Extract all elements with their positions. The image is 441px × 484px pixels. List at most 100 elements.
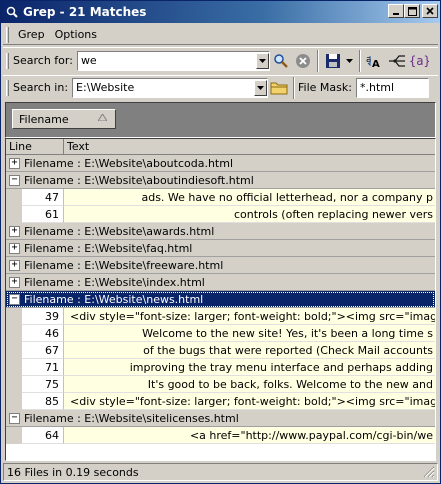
group-row[interactable]: − Filename : E:\Website\sitelicenses.html — [6, 410, 435, 427]
browse-folder-button[interactable] — [268, 77, 290, 99]
table-row[interactable]: 39 <div style="font-size: larger; font-we… — [6, 308, 435, 325]
sort-arrow-icon — [97, 113, 108, 124]
braces-button[interactable]: {a} — [408, 50, 430, 72]
row-indent — [6, 376, 22, 393]
column-header-text[interactable]: Text — [64, 139, 435, 154]
expand-icon[interactable]: + — [9, 259, 20, 271]
line-number-cell: 75 — [22, 376, 64, 393]
group-row[interactable]: + Filename : E:\Website\index.html — [6, 274, 435, 291]
maximize-icon — [407, 6, 417, 16]
group-title: Filename : E:\Website\freeware.html — [24, 258, 224, 272]
menu-grep[interactable]: Grep — [13, 28, 50, 41]
group-row[interactable]: + Filename : E:\Website\freeware.html — [6, 257, 435, 274]
table-row[interactable]: 46 Welcome to the new site! Yes, it's bee… — [6, 325, 435, 342]
maximize-button[interactable] — [404, 4, 420, 18]
match-text: It's good to be back, folks. Welcome to … — [147, 377, 433, 391]
group-row[interactable]: − Filename : E:\Website\aboutindiesoft.ht… — [6, 172, 435, 189]
search-in-combo[interactable] — [72, 77, 269, 98]
match-text-cell: <a href="http://www.paypal.com/cgi-bin/w… — [64, 427, 435, 444]
close-button[interactable] — [422, 4, 438, 18]
regex-icon — [388, 54, 405, 67]
save-dropdown-button[interactable] — [344, 50, 356, 72]
expand-icon[interactable]: + — [9, 225, 20, 237]
toolbar-separator — [316, 49, 319, 72]
menu-options[interactable]: Options — [50, 28, 102, 41]
match-text-cell: ads. We have no official letterhead, nor… — [64, 189, 435, 206]
group-title: Filename : E:\Website\awards.html — [24, 224, 215, 238]
file-mask-input[interactable] — [356, 81, 428, 94]
braces-icon: {a} — [409, 54, 429, 68]
group-row[interactable]: + Filename : E:\Website\awards.html — [6, 223, 435, 240]
row-indent — [6, 427, 22, 444]
row-indent — [6, 206, 22, 223]
group-row[interactable]: − Filename : E:\Website\news.html — [6, 291, 435, 308]
line-number-cell: 85 — [22, 393, 64, 410]
match-text: improving the tray menu interface and pe… — [129, 360, 433, 374]
group-row[interactable]: + Filename : E:\Website\faq.html — [6, 240, 435, 257]
grep-window: Grep - 21 Matches Grep Options Search fo… — [0, 0, 441, 484]
column-header-line[interactable]: Line — [6, 139, 64, 154]
collapse-icon[interactable]: − — [9, 174, 20, 186]
search-dropdown-button[interactable] — [255, 52, 269, 69]
menu-grip — [6, 26, 9, 43]
file-mask-box[interactable] — [355, 77, 429, 98]
toolbar-separator — [293, 76, 296, 99]
row-indent — [6, 359, 22, 376]
match-text-cell: improving the tray menu interface and pe… — [64, 359, 435, 376]
search-in-dropdown-button[interactable] — [253, 79, 268, 96]
case-icon: aA — [366, 55, 380, 69]
match-text-cell: Welcome to the new site! Yes, it's been … — [64, 325, 435, 342]
app-icon — [5, 5, 19, 19]
match-text: <div style="font-size: larger; font-weig… — [70, 309, 435, 323]
match-text-cell: of the bugs that were reported (Check Ma… — [64, 342, 435, 359]
group-title: Filename : E:\Website\aboutcoda.html — [24, 156, 234, 170]
chevron-down-icon — [346, 58, 354, 63]
collapse-icon[interactable]: − — [9, 293, 20, 305]
minimize-button[interactable] — [388, 4, 404, 18]
group-by-area: Filename — [5, 102, 436, 138]
table-row[interactable]: 71 improving the tray menu interface and … — [6, 359, 435, 376]
case-sensitive-button[interactable]: aA — [364, 50, 386, 72]
regex-button[interactable] — [386, 50, 408, 72]
search-label: Search for: — [13, 54, 73, 67]
minimize-icon — [393, 13, 399, 15]
menu-bar: Grep Options — [3, 25, 438, 45]
expand-icon[interactable]: + — [9, 242, 20, 254]
row-indent — [6, 325, 22, 342]
results-grid: Line Text + Filename : E:\Website\aboutco… — [5, 138, 436, 461]
svg-text:{a}: {a} — [409, 54, 429, 68]
search-combo[interactable] — [76, 50, 270, 71]
search-go-icon — [274, 53, 288, 68]
expand-icon[interactable]: + — [9, 276, 20, 288]
line-number-cell: 39 — [22, 308, 64, 325]
status-text: 16 Files in 0.19 seconds — [7, 465, 139, 479]
search-input[interactable] — [77, 52, 256, 69]
group-row[interactable]: + Filename : E:\Website\aboutcoda.html — [6, 155, 435, 172]
collapse-icon[interactable]: − — [9, 412, 20, 424]
table-row[interactable]: 64 <a href="http://www.paypal.com/cgi-bin… — [6, 427, 435, 444]
search-go-button[interactable] — [270, 50, 292, 72]
table-row[interactable]: 75 It's good to be back, folks. Welcome t… — [6, 376, 435, 393]
group-chip-filename[interactable]: Filename — [12, 109, 116, 129]
table-row[interactable]: 85 <div style="font-size: larger; font-we… — [6, 393, 435, 410]
match-text: <div style="font-size: larger; font-weig… — [70, 394, 435, 408]
save-button[interactable] — [322, 50, 344, 72]
toolbar-grip — [6, 79, 9, 96]
group-title: Filename : E:\Website\news.html — [24, 292, 204, 306]
table-row[interactable]: 47 ads. We have no official letterhead, n… — [6, 189, 435, 206]
title-bar[interactable]: Grep - 21 Matches — [1, 1, 440, 23]
status-bar: 16 Files in 0.19 seconds — [3, 463, 438, 481]
resize-grip-icon[interactable] — [423, 466, 435, 478]
toolbar-grip — [6, 52, 9, 69]
table-row[interactable]: 61 controls (often replacing newer vers — [6, 206, 435, 223]
expand-icon[interactable]: + — [9, 157, 20, 169]
match-text: controls (often replacing newer vers — [233, 207, 433, 221]
row-indent — [6, 308, 22, 325]
table-row[interactable]: 67 of the bugs that were reported (Check … — [6, 342, 435, 359]
search-in-input[interactable] — [73, 79, 254, 96]
match-text-cell: <div style="font-size: larger; font-weig… — [64, 393, 435, 410]
group-title: Filename : E:\Website\aboutindiesoft.htm… — [24, 173, 254, 187]
chevron-down-icon — [256, 85, 264, 90]
clear-button[interactable] — [292, 50, 314, 72]
grid-body: + Filename : E:\Website\aboutcoda.html − Fi… — [6, 155, 435, 444]
